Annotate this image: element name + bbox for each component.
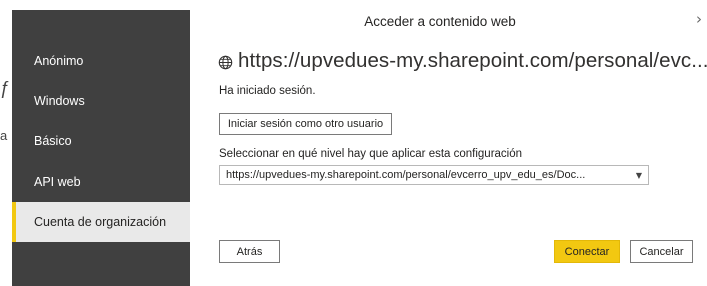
sign-in-other-user-button[interactable]: Iniciar sesión como otro usuario <box>219 113 392 135</box>
url-display: https://upvedues-my.sharepoint.com/perso… <box>218 46 707 76</box>
globe-icon <box>218 55 233 69</box>
sidebar-item-anonimo[interactable]: Anónimo <box>12 41 190 81</box>
background-strip: ƒ a <box>0 0 12 286</box>
sidebar-item-label: Cuenta de organización <box>34 215 167 229</box>
sidebar-item-label: Básico <box>34 134 72 148</box>
level-select[interactable]: https://upvedues-my.sharepoint.com/perso… <box>219 165 649 185</box>
sidebar-item-basico[interactable]: Básico <box>12 121 190 161</box>
url-text: https://upvedues-my.sharepoint.com/perso… <box>238 49 707 72</box>
background-text-fragment: ƒ <box>0 78 11 98</box>
sidebar-item-label: API web <box>34 175 81 189</box>
dialog-title: Acceder a contenido web <box>364 14 516 29</box>
sidebar-item-cuenta-organizacion[interactable]: Cuenta de organización <box>12 202 190 242</box>
connect-button[interactable]: Conectar <box>554 240 620 263</box>
sidebar-item-windows[interactable]: Windows <box>12 81 190 121</box>
background-text-fragment: a <box>0 128 8 143</box>
level-label: Seleccionar en qué nivel hay que aplicar… <box>219 148 523 160</box>
cancel-button[interactable]: Cancelar <box>630 240 693 263</box>
auth-method-sidebar: Anónimo Windows Básico API web Cuenta de… <box>12 10 190 286</box>
sidebar-item-label: Windows <box>34 94 85 108</box>
back-button[interactable]: Atrás <box>219 240 280 263</box>
close-icon[interactable]: › <box>696 10 702 28</box>
sidebar-item-label: Anónimo <box>34 54 84 68</box>
signed-in-status: Ha iniciado sesión. <box>219 85 316 97</box>
chevron-down-icon: ▼ <box>635 170 643 180</box>
sidebar-item-api-web[interactable]: API web <box>12 162 190 202</box>
level-select-value: https://upvedues-my.sharepoint.com/perso… <box>226 169 586 181</box>
active-indicator <box>12 202 16 242</box>
